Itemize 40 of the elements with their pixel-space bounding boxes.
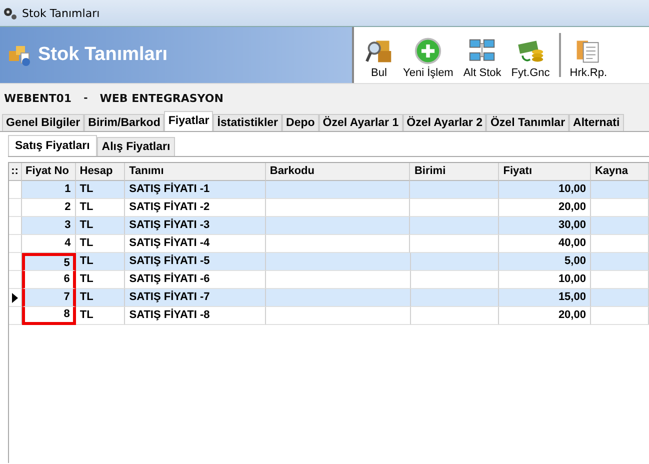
gear-icon (3, 6, 17, 20)
tab[interactable]: Alış Fiyatları (96, 137, 176, 156)
table-cell: 8 (22, 307, 76, 325)
table-cell: 20,00 (499, 307, 591, 325)
row-indicator-cell[interactable] (9, 235, 22, 253)
tab[interactable]: Fiyatlar (164, 111, 214, 131)
tab[interactable]: Özel Tanımlar (486, 114, 570, 131)
row-indicator-cell[interactable] (9, 253, 22, 271)
tab[interactable]: Genel Bilgiler (2, 114, 84, 131)
record-separator: - (84, 92, 88, 104)
tab[interactable]: Birim/Barkod (84, 114, 164, 131)
tab[interactable]: Satış Fiyatları (8, 135, 97, 156)
tab[interactable]: Depo (282, 114, 319, 131)
tab[interactable]: Alternati (569, 114, 624, 131)
column-header: :: (9, 163, 22, 181)
tab[interactable]: İstatistikler (213, 114, 282, 131)
toolbar-button[interactable]: Yeni İşlem (398, 27, 458, 83)
tab[interactable]: Özel Ayarlar 2 (402, 114, 486, 131)
tab[interactable]: Özel Ayarlar 1 (318, 114, 403, 131)
header-title: Stok Tanımları (38, 44, 168, 66)
row-indicator-cell[interactable] (9, 307, 22, 325)
row-indicator-cell[interactable] (9, 199, 22, 217)
row-indicator-cell[interactable] (9, 217, 22, 235)
toolbar-button[interactable]: Fyt.Gnc (506, 27, 555, 83)
toolbar-button[interactable]: Alt Stok (458, 27, 506, 83)
record-name: WEB ENTEGRASYON (100, 92, 224, 104)
row-pointer-icon (12, 292, 18, 302)
boxes-icon (8, 43, 32, 67)
toolbar-button[interactable]: Hrk.Rp. (564, 27, 612, 83)
row-indicator-cell[interactable] (9, 181, 22, 199)
table-cell (590, 307, 649, 325)
row-indicator-cell[interactable] (9, 289, 22, 307)
table-cell: TL (76, 307, 126, 325)
row-indicator-cell[interactable] (9, 271, 22, 289)
table-cell: SATIŞ FİYATI -8 (125, 307, 266, 325)
add-icon (414, 37, 442, 65)
toolbar-button[interactable]: Bul (360, 27, 398, 83)
table-cell: 4 (22, 235, 76, 253)
record-code: WEBENT01 (4, 92, 72, 104)
window-title: Stok Tanımları (22, 6, 100, 20)
